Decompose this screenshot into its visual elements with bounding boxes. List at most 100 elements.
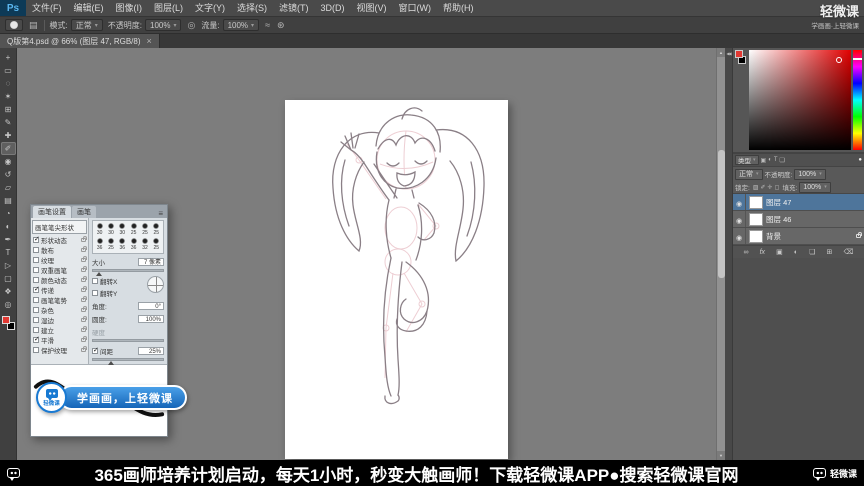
- saturation-brightness-field[interactable]: [749, 50, 851, 150]
- blend-mode-select[interactable]: 正常: [735, 168, 763, 180]
- flow-select[interactable]: 100%: [222, 19, 260, 31]
- eyedropper-tool[interactable]: ✎: [1, 116, 16, 129]
- layer-thumbnail[interactable]: [749, 195, 763, 209]
- shape-tool[interactable]: ▢: [1, 272, 16, 285]
- foreground-color-swatch[interactable]: [1, 316, 10, 324]
- scrollbar-thumb[interactable]: [718, 150, 725, 278]
- checkbox[interactable]: [33, 307, 39, 313]
- checkbox[interactable]: [33, 336, 40, 343]
- lock-icon[interactable]: [81, 326, 87, 332]
- layer-filter-select[interactable]: 类型: [735, 155, 759, 165]
- checkbox[interactable]: [33, 297, 39, 303]
- layer-opacity-select[interactable]: 100%: [794, 168, 826, 180]
- brush-preset[interactable]: 25: [128, 222, 139, 237]
- brush-option-row[interactable]: 双重画笔: [31, 265, 88, 275]
- color-picker-cursor[interactable]: [836, 57, 842, 63]
- brush-preset[interactable]: 25: [151, 222, 162, 237]
- flip-y-checkbox[interactable]: [92, 290, 98, 296]
- brush-option-row[interactable]: 形状动态: [31, 235, 88, 245]
- brush-tool[interactable]: ✐: [0, 142, 16, 155]
- layer-row[interactable]: 图层 47: [733, 194, 864, 211]
- brush-option-row[interactable]: 颜色动态: [31, 275, 88, 285]
- brush-preset[interactable]: 36: [94, 237, 105, 252]
- brush-preset[interactable]: 32: [139, 237, 150, 252]
- zoom-tool[interactable]: ◎: [1, 298, 16, 311]
- layer-row[interactable]: 图层 46: [733, 211, 864, 228]
- brush-panel-tab[interactable]: 画笔设置: [33, 206, 71, 218]
- checkbox[interactable]: [33, 347, 39, 353]
- filter-image-icon[interactable]: ▣: [761, 157, 767, 164]
- panel-menu-icon[interactable]: ≡: [154, 209, 167, 218]
- filter-shape-icon[interactable]: ❏: [779, 157, 784, 164]
- hue-slider-marker[interactable]: [853, 58, 862, 60]
- hardness-slider[interactable]: [92, 339, 164, 342]
- menu-item[interactable]: 滤镜(T): [273, 0, 315, 17]
- brush-preset[interactable]: 36: [128, 237, 139, 252]
- lock-icon[interactable]: [81, 266, 87, 272]
- opacity-select[interactable]: 100%: [145, 19, 182, 31]
- promo-badge[interactable]: 轻微课 学画画，上轻微课: [36, 382, 187, 413]
- move-tool[interactable]: +: [1, 51, 16, 64]
- pressure-opacity-icon[interactable]: ◎: [186, 20, 196, 31]
- checkbox[interactable]: [33, 267, 39, 273]
- lock-icon[interactable]: [81, 316, 87, 322]
- brush-option-row[interactable]: 传递: [31, 285, 88, 295]
- menu-item[interactable]: 文字(Y): [189, 0, 231, 17]
- document-tab[interactable]: Q版第4.psd @ 66% (图层 47, RGB/8) ×: [0, 34, 160, 48]
- collapse-panels-icon[interactable]: ◀◀: [725, 48, 732, 56]
- roundness-value[interactable]: 100%: [138, 315, 164, 323]
- lock-icon[interactable]: [81, 306, 87, 312]
- menu-item[interactable]: 视图(V): [351, 0, 393, 17]
- brush-option-row[interactable]: 湿边: [31, 315, 88, 325]
- foreground-color-swatch[interactable]: [735, 50, 743, 58]
- fill-select[interactable]: 100%: [799, 181, 831, 193]
- gradient-tool[interactable]: ▤: [1, 194, 16, 207]
- lock-pixels-icon[interactable]: ✐: [759, 184, 766, 191]
- delete-layer-icon[interactable]: ⌫: [843, 249, 853, 256]
- brush-preset[interactable]: 30: [117, 222, 128, 237]
- filter-adjustment-icon[interactable]: ◐: [768, 157, 772, 164]
- layer-style-icon[interactable]: fx: [760, 249, 765, 256]
- angle-value[interactable]: 0°: [138, 302, 164, 310]
- magic-wand-tool[interactable]: ✶: [1, 90, 16, 103]
- lock-icon[interactable]: [81, 256, 87, 262]
- brush-panel-tab[interactable]: 画笔: [72, 206, 96, 218]
- visibility-toggle[interactable]: [733, 228, 746, 244]
- checkbox[interactable]: [33, 317, 39, 323]
- lock-icon[interactable]: [81, 346, 87, 352]
- link-layers-icon[interactable]: ∞: [744, 249, 749, 256]
- size-value[interactable]: 7 像素: [138, 258, 164, 266]
- visibility-toggle[interactable]: [733, 211, 746, 227]
- lock-icon[interactable]: [81, 296, 87, 302]
- brush-tip-shape-button[interactable]: 画笔笔尖形状: [32, 220, 87, 234]
- menu-item[interactable]: 3D(D): [315, 0, 351, 17]
- crop-tool[interactable]: ⊞: [1, 103, 16, 116]
- checkbox[interactable]: [33, 286, 40, 293]
- menu-item[interactable]: 编辑(E): [68, 0, 110, 17]
- brush-preset[interactable]: 36: [117, 237, 128, 252]
- filter-type-icon[interactable]: T: [774, 157, 778, 164]
- menu-item[interactable]: 帮助(H): [437, 0, 480, 17]
- brush-preset[interactable]: 25: [139, 222, 150, 237]
- toggle-brush-panel-icon[interactable]: ▤: [28, 20, 39, 31]
- rectangular-marquee-tool[interactable]: ▭: [1, 64, 16, 77]
- lock-transparency-icon[interactable]: ▨: [752, 184, 760, 191]
- new-layer-icon[interactable]: ⊞: [827, 249, 833, 256]
- spacing-value[interactable]: 25%: [138, 347, 164, 355]
- type-tool[interactable]: T: [1, 246, 16, 259]
- pressure-size-icon[interactable]: ⊛: [276, 20, 286, 31]
- menu-item[interactable]: 图层(L): [148, 0, 189, 17]
- brush-option-row[interactable]: 建立: [31, 325, 88, 335]
- layer-mask-icon[interactable]: ▣: [776, 249, 783, 256]
- eraser-tool[interactable]: ▱: [1, 181, 16, 194]
- angle-roundness-widget[interactable]: [147, 276, 164, 293]
- lock-icon[interactable]: [81, 286, 87, 292]
- brush-preset[interactable]: 30: [94, 222, 105, 237]
- lock-icon[interactable]: [81, 336, 87, 342]
- path-selection-tool[interactable]: ▷: [1, 259, 16, 272]
- hue-slider[interactable]: [853, 50, 862, 150]
- brush-option-row[interactable]: 保护纹理: [31, 345, 88, 355]
- slider-thumb[interactable]: [95, 272, 102, 276]
- healing-brush-tool[interactable]: ✚: [1, 129, 16, 142]
- size-slider[interactable]: [92, 269, 164, 276]
